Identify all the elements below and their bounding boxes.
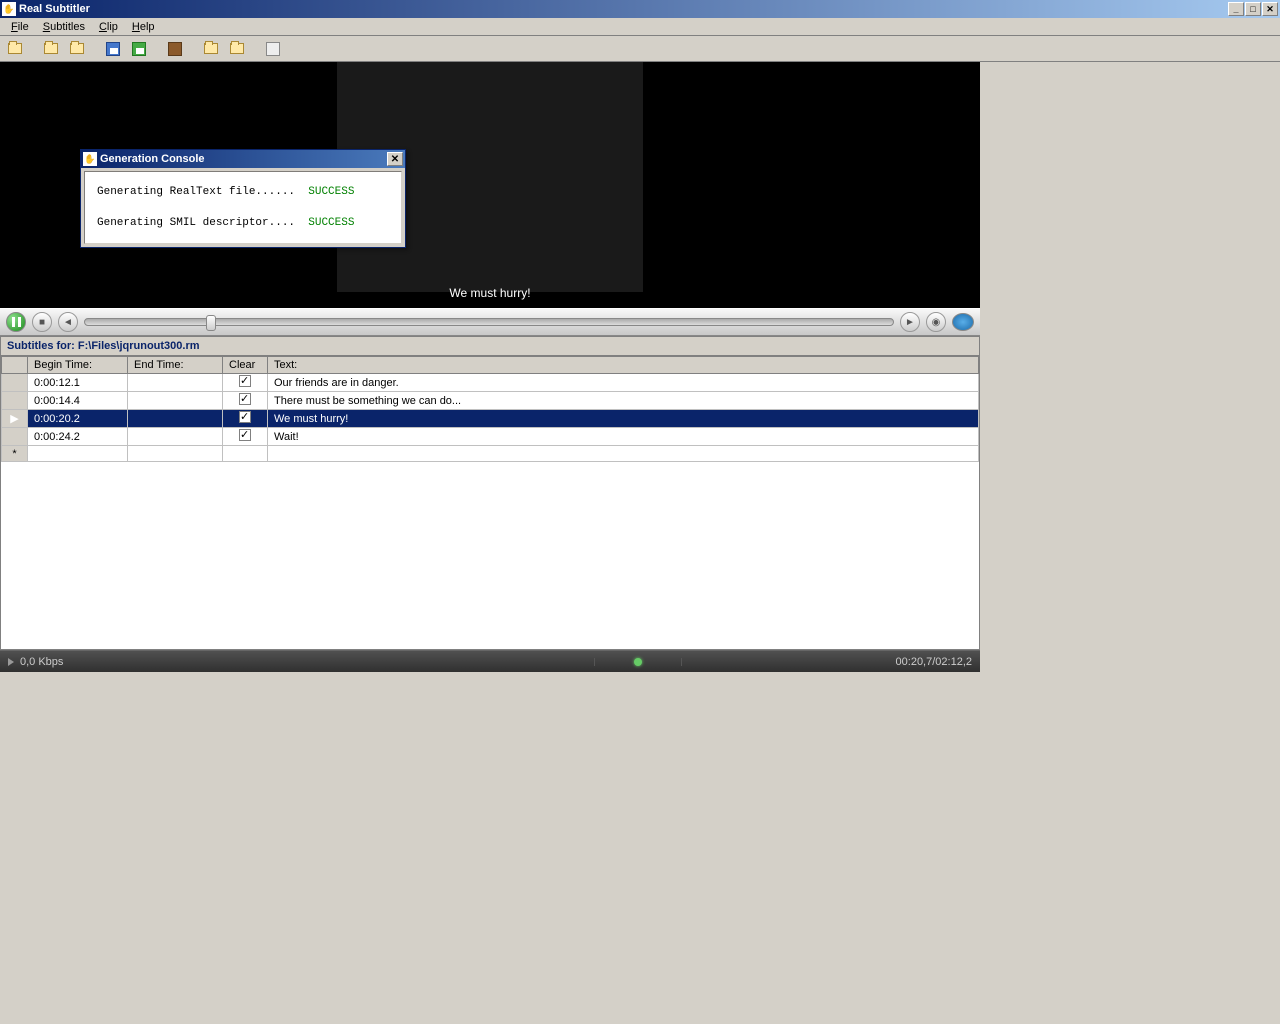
cell-begin-time[interactable]: 0:00:12.1 <box>28 374 128 392</box>
col-clear[interactable]: Clear <box>223 357 268 374</box>
new-row[interactable]: * <box>2 446 979 462</box>
row-indicator <box>2 374 28 392</box>
toolbar-open2-icon[interactable] <box>40 38 62 60</box>
toolbar-generate-icon[interactable] <box>164 38 186 60</box>
menu-clip[interactable]: Clip <box>92 19 125 35</box>
dialog-titlebar[interactable]: ✋ Generation Console ✕ <box>81 150 405 168</box>
menu-file[interactable]: File <box>4 19 36 35</box>
next-button[interactable]: ► <box>900 312 920 332</box>
dialog-icon: ✋ <box>83 152 97 166</box>
toolbar-save-icon[interactable] <box>102 38 124 60</box>
seek-bar[interactable] <box>84 318 894 326</box>
cell-end-time[interactable] <box>128 428 223 446</box>
menu-help[interactable]: Help <box>125 19 162 35</box>
toolbar-clip-icon[interactable] <box>262 38 284 60</box>
table-row[interactable]: 0:00:14.4 There must be something we can … <box>2 392 979 410</box>
row-indicator <box>2 392 28 410</box>
subtitle-overlay: We must hurry! <box>0 286 980 300</box>
prev-button[interactable]: ◄ <box>58 312 78 332</box>
cell-begin-time[interactable]: 0:00:14.4 <box>28 392 128 410</box>
generation-console-dialog: ✋ Generation Console ✕ Generating RealTe… <box>80 149 406 248</box>
new-row-indicator: * <box>2 446 28 462</box>
cell-text[interactable]: Our friends are in danger. <box>268 374 979 392</box>
clear-checkbox[interactable] <box>239 429 251 441</box>
col-text[interactable]: Text: <box>268 357 979 374</box>
window-title: Real Subtitler <box>19 3 1228 15</box>
toolbar-open-icon[interactable] <box>4 38 26 60</box>
table-row[interactable]: 0:00:12.1 Our friends are in danger. <box>2 374 979 392</box>
clear-checkbox[interactable] <box>239 411 251 423</box>
menu-bar: File Subtitles Clip Help <box>0 18 1280 36</box>
toolbar-open3-icon[interactable] <box>66 38 88 60</box>
app-icon: ✋ <box>2 2 16 16</box>
clear-checkbox[interactable] <box>239 375 251 387</box>
status-indicator <box>594 658 682 666</box>
dialog-body: Generating RealText file...... SUCCESS G… <box>84 171 402 244</box>
status-time: 00:20,7/02:12,2 <box>682 656 980 668</box>
view-button[interactable] <box>952 313 974 331</box>
toolbar-folder5-icon[interactable] <box>226 38 248 60</box>
cell-clear[interactable] <box>223 392 268 410</box>
subtitle-file-header: Subtitles for: F:\Files\jqrunout300.rm <box>0 336 980 355</box>
toolbar <box>0 36 1280 62</box>
close-button[interactable]: ✕ <box>1262 2 1278 16</box>
window-titlebar: ✋ Real Subtitler _ □ ✕ <box>0 0 1280 18</box>
row-indicator <box>2 428 28 446</box>
minimize-button[interactable]: _ <box>1228 2 1244 16</box>
pause-button[interactable] <box>6 312 26 332</box>
status-play-icon <box>8 658 14 666</box>
player-controls: ■ ◄ ► ◉ <box>0 308 980 336</box>
subtitle-panel: Subtitles for: F:\Files\jqrunout300.rm B… <box>0 336 980 650</box>
dialog-close-button[interactable]: ✕ <box>387 152 403 166</box>
menu-subtitles[interactable]: Subtitles <box>36 19 92 35</box>
status-kbps: 0,0 Kbps <box>20 656 63 668</box>
cell-end-time[interactable] <box>128 410 223 428</box>
subtitle-table[interactable]: Begin Time: End Time: Clear Text: 0:00:1… <box>1 356 979 462</box>
toolbar-folder4-icon[interactable] <box>200 38 222 60</box>
cell-text[interactable]: We must hurry! <box>268 410 979 428</box>
maximize-button[interactable]: □ <box>1245 2 1261 16</box>
cell-end-time[interactable] <box>128 374 223 392</box>
cell-text[interactable]: There must be something we can do... <box>268 392 979 410</box>
dialog-title: Generation Console <box>100 153 387 165</box>
volume-button[interactable]: ◉ <box>926 312 946 332</box>
cell-clear[interactable] <box>223 374 268 392</box>
col-begin-time[interactable]: Begin Time: <box>28 357 128 374</box>
table-row[interactable]: 0:00:24.2 Wait! <box>2 428 979 446</box>
stop-button[interactable]: ■ <box>32 312 52 332</box>
cell-begin-time[interactable]: 0:00:24.2 <box>28 428 128 446</box>
status-bar: 0,0 Kbps 00:20,7/02:12,2 <box>0 650 980 672</box>
table-row[interactable]: ▶0:00:20.2 We must hurry! <box>2 410 979 428</box>
toolbar-save-green-icon[interactable] <box>128 38 150 60</box>
row-indicator: ▶ <box>2 410 28 428</box>
cell-end-time[interactable] <box>128 392 223 410</box>
col-indicator <box>2 357 28 374</box>
col-end-time[interactable]: End Time: <box>128 357 223 374</box>
cell-begin-time[interactable]: 0:00:20.2 <box>28 410 128 428</box>
seek-thumb[interactable] <box>206 315 216 331</box>
cell-text[interactable]: Wait! <box>268 428 979 446</box>
cell-clear[interactable] <box>223 410 268 428</box>
cell-clear[interactable] <box>223 428 268 446</box>
clear-checkbox[interactable] <box>239 393 251 405</box>
